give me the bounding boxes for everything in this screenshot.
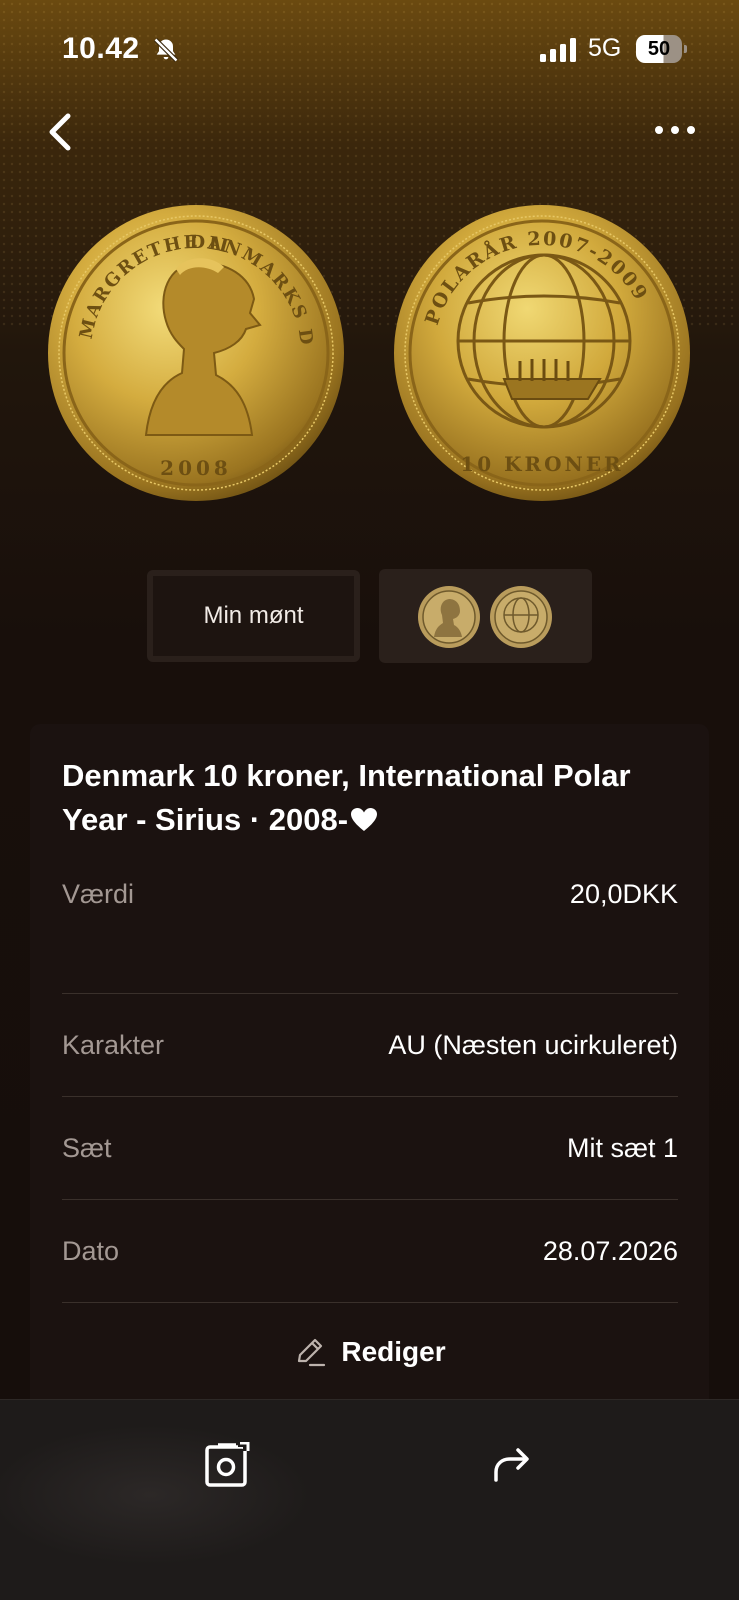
- thumbnail-reference-coins[interactable]: [379, 569, 592, 663]
- heart-icon[interactable]: [350, 807, 378, 833]
- mini-coin-reverse: [490, 586, 552, 648]
- more-options-button[interactable]: [650, 112, 700, 148]
- detail-value: 20,0DKK: [569, 878, 678, 909]
- battery-level: 50: [636, 35, 682, 63]
- camera-frame-icon[interactable]: [204, 1442, 250, 1488]
- bell-slash-icon: [153, 37, 179, 63]
- detail-label: Sæt: [62, 1132, 112, 1163]
- coin-reverse-image[interactable]: POLARÅR 2007-2009 10 KRONER: [392, 203, 692, 503]
- detail-label: Værdi: [62, 878, 135, 909]
- status-time: 10.42: [62, 32, 140, 65]
- bottom-toolbar: [0, 1399, 739, 1600]
- detail-row-grade[interactable]: Karakter AU (Næsten ucirkuleret): [62, 993, 678, 1097]
- mini-coin-obverse: [418, 586, 480, 648]
- status-bar: 10.42 5G 50: [0, 0, 739, 100]
- pencil-icon: [298, 1338, 326, 1367]
- detail-value: AU (Næsten ucirkuleret): [388, 1029, 678, 1060]
- battery-tip: [684, 45, 687, 53]
- signal-bars-icon: [540, 38, 576, 62]
- detail-row-date[interactable]: Dato 28.07.2026: [62, 1199, 678, 1303]
- detail-row-value[interactable]: Værdi 20,0DKK: [62, 842, 678, 946]
- thumbnail-my-coin-label: Min mønt: [203, 602, 304, 629]
- detail-row-set[interactable]: Sæt Mit sæt 1: [62, 1096, 678, 1200]
- detail-value: 28.07.2026: [542, 1235, 678, 1266]
- battery-icon: 50: [636, 35, 687, 63]
- divider: [62, 1302, 678, 1303]
- thumbnail-my-coin[interactable]: Min mønt: [147, 570, 360, 662]
- coin-title: Denmark 10 kroner, International Polar Y…: [62, 754, 682, 842]
- share-arrow-icon[interactable]: [490, 1442, 534, 1486]
- network-type: 5G: [588, 34, 622, 62]
- edit-button-label: Rediger: [341, 1336, 446, 1367]
- detail-label: Dato: [62, 1235, 120, 1266]
- detail-label: Karakter: [62, 1029, 165, 1060]
- back-button[interactable]: [40, 106, 84, 158]
- edit-button[interactable]: Rediger: [30, 1319, 709, 1385]
- obverse-year: 2008: [160, 456, 232, 480]
- coin-obverse-image[interactable]: MARGRETHE II DANMARKS DRONNING 2008: [46, 203, 346, 503]
- coin-info-card: Denmark 10 kroner, International Polar Y…: [30, 724, 709, 1424]
- reverse-denomination: 10 KRONER: [460, 452, 623, 476]
- detail-value: Mit sæt 1: [566, 1132, 678, 1163]
- coin-title-text: Denmark 10 kroner, International Polar Y…: [62, 758, 631, 837]
